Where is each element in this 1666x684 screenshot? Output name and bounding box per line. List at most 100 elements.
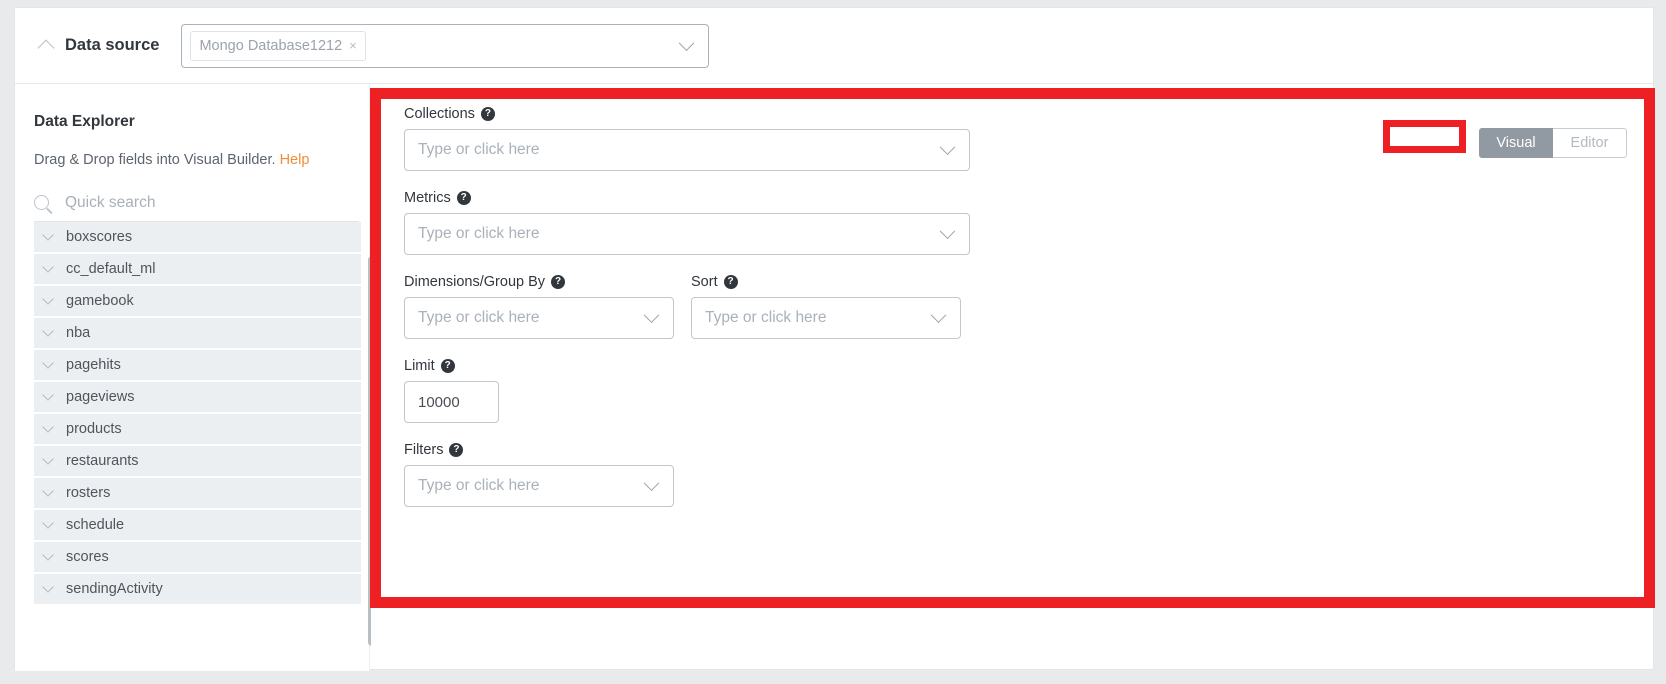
chevron-down-icon[interactable] — [42, 357, 54, 369]
chevron-down-icon[interactable] — [42, 517, 54, 529]
list-item-label: cc_default_ml — [66, 261, 156, 277]
limit-label: Limit — [404, 358, 435, 374]
collections-label-row: Collections ? — [404, 106, 970, 122]
metrics-placeholder: Type or click here — [418, 225, 540, 242]
data-source-chip-label: Mongo Database1212 — [199, 37, 343, 54]
list-item[interactable]: schedule — [34, 510, 361, 542]
data-explorer-subtitle: Drag & Drop fields into Visual Builder. … — [34, 152, 309, 168]
filters-label: Filters — [404, 442, 444, 458]
sort-placeholder: Type or click here — [705, 309, 827, 326]
chevron-down-icon[interactable] — [42, 293, 54, 305]
dimensions-placeholder: Type or click here — [418, 309, 540, 326]
list-item-label: scores — [66, 549, 109, 565]
field-sort: Sort ? Type or click here — [691, 274, 961, 339]
limit-input[interactable]: 10000 — [404, 381, 499, 423]
question-mark-icon[interactable]: ? — [440, 359, 455, 373]
sort-label-row: Sort ? — [691, 274, 961, 290]
tab-editor[interactable]: Editor — [1553, 128, 1627, 158]
limit-label-row: Limit ? — [404, 358, 970, 374]
list-item-label: schedule — [66, 517, 125, 533]
filters-select[interactable]: Type or click here — [404, 465, 674, 507]
list-item[interactable]: sendingActivity — [34, 574, 361, 606]
chevron-down-icon[interactable] — [42, 549, 54, 561]
data-source-label: Data source — [65, 36, 160, 54]
tab-visual[interactable]: Visual — [1479, 128, 1553, 158]
list-item[interactable]: nba — [34, 318, 361, 350]
dimensions-sort-row: Dimensions/Group By ? Type or click here… — [404, 274, 970, 339]
sort-label: Sort — [691, 274, 718, 290]
field-collections: Collections ? Type or click here — [404, 106, 970, 171]
collections-select[interactable]: Type or click here — [404, 129, 970, 171]
chevron-down-icon — [643, 307, 660, 324]
chevron-down-icon[interactable] — [42, 581, 54, 593]
list-item-label: pagehits — [66, 357, 121, 373]
list-item-label: restaurants — [66, 453, 139, 469]
collections-label: Collections — [404, 106, 475, 122]
list-item-label: rosters — [66, 485, 111, 501]
list-item-label: products — [66, 421, 122, 437]
chevron-down-icon — [939, 223, 956, 240]
filters-label-row: Filters ? — [404, 442, 970, 458]
query-form: Collections ? Type or click here Metrics… — [404, 106, 970, 507]
dimensions-label: Dimensions/Group By — [404, 274, 546, 290]
metrics-label: Metrics — [404, 190, 451, 206]
chevron-down-icon[interactable] — [42, 485, 54, 497]
chevron-down-icon[interactable] — [42, 261, 54, 273]
chevron-up-icon — [37, 39, 55, 56]
search-input[interactable] — [63, 192, 333, 213]
data-source-select[interactable]: Mongo Database1212 × — [181, 23, 710, 68]
list-item-label: boxscores — [66, 229, 133, 245]
collections-placeholder: Type or click here — [418, 141, 540, 158]
list-item-label: gamebook — [66, 293, 134, 309]
query-builder-card: Data source Mongo Database1212 × Data Ex… — [14, 7, 1654, 671]
question-mark-icon[interactable]: ? — [449, 443, 464, 457]
sort-select[interactable]: Type or click here — [691, 297, 961, 339]
question-mark-icon[interactable]: ? — [456, 191, 471, 205]
chevron-down-icon — [930, 307, 947, 324]
metrics-select[interactable]: Type or click here — [404, 213, 970, 255]
close-icon[interactable]: × — [349, 38, 357, 53]
question-mark-icon[interactable]: ? — [480, 107, 495, 121]
list-item-label: sendingActivity — [66, 581, 163, 597]
app-root: Data source Mongo Database1212 × Data Ex… — [0, 0, 1666, 684]
field-filters: Filters ? Type or click here — [404, 442, 970, 507]
field-dimensions: Dimensions/Group By ? Type or click here — [404, 274, 674, 339]
dimensions-label-row: Dimensions/Group By ? — [404, 274, 674, 290]
list-item-label: nba — [66, 325, 91, 341]
data-explorer-subtitle-text: Drag & Drop fields into Visual Builder. — [34, 152, 276, 168]
limit-value: 10000 — [418, 393, 460, 411]
dimensions-select[interactable]: Type or click here — [404, 297, 674, 339]
list-item-label: pageviews — [66, 389, 135, 405]
mode-toggle-group: Visual Editor — [1479, 128, 1627, 158]
list-item[interactable]: pagehits — [34, 350, 361, 382]
list-item[interactable]: cc_default_ml — [34, 254, 361, 286]
list-item[interactable]: pageviews — [34, 382, 361, 414]
collection-list: boxscores cc_default_ml gamebook nba pag… — [34, 222, 361, 665]
data-explorer-panel: Data Explorer Drag & Drop fields into Vi… — [15, 84, 376, 671]
chevron-down-icon[interactable] — [42, 421, 54, 433]
list-item[interactable]: gamebook — [34, 286, 361, 318]
list-item[interactable]: restaurants — [34, 446, 361, 478]
visual-builder-panel: Visual Editor Collections ? Type or clic… — [371, 84, 1653, 669]
help-link[interactable]: Help — [280, 152, 310, 168]
metrics-label-row: Metrics ? — [404, 190, 970, 206]
chevron-down-icon[interactable] — [42, 389, 54, 401]
filters-placeholder: Type or click here — [418, 477, 540, 494]
data-source-chip[interactable]: Mongo Database1212 × — [190, 30, 366, 61]
question-mark-icon[interactable]: ? — [551, 275, 566, 289]
data-source-collapse-toggle[interactable] — [33, 33, 59, 59]
quick-search-row — [34, 184, 359, 222]
question-mark-icon[interactable]: ? — [723, 275, 738, 289]
list-item[interactable]: scores — [34, 542, 361, 574]
data-explorer-title: Data Explorer — [34, 113, 135, 130]
chevron-down-icon — [643, 475, 660, 492]
chevron-down-icon[interactable] — [42, 325, 54, 337]
search-icon — [34, 195, 49, 210]
chevron-down-icon — [939, 139, 956, 156]
chevron-down-icon[interactable] — [42, 229, 54, 241]
list-item[interactable]: products — [34, 414, 361, 446]
list-item[interactable]: boxscores — [34, 222, 361, 254]
field-metrics: Metrics ? Type or click here — [404, 190, 970, 255]
chevron-down-icon[interactable] — [42, 453, 54, 465]
list-item[interactable]: rosters — [34, 478, 361, 510]
